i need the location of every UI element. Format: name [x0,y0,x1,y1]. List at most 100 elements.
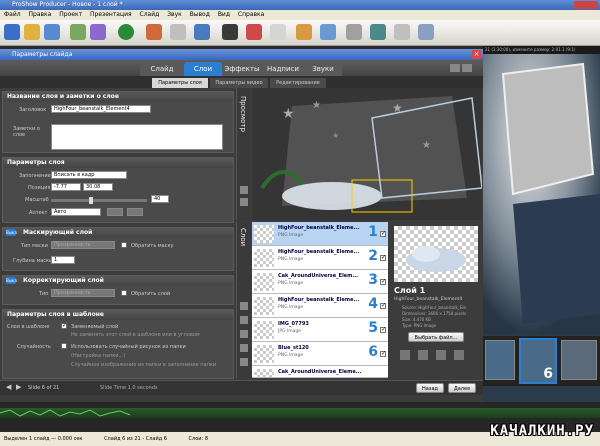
prev-slide-icon[interactable]: ◀ [6,383,11,391]
slide-icon[interactable] [146,24,162,40]
web-icon[interactable] [370,24,386,40]
next-button[interactable]: Далее [448,383,476,393]
menu-help[interactable]: Справка [238,11,264,18]
edit-icon[interactable] [400,350,410,360]
slide-number: 6 [543,366,553,382]
effects-icon[interactable] [90,24,106,40]
menu-edit[interactable]: Правка [29,11,52,18]
choose-file-button[interactable]: Выбрать файл... [408,332,464,342]
position-y-input[interactable]: 30.08 [83,183,113,191]
aspect-w-input[interactable] [107,208,123,216]
layer-visible-checkbox[interactable] [380,254,386,261]
layers-icon[interactable] [170,24,186,40]
layer-visible-checkbox[interactable] [380,326,386,333]
subtab-editing[interactable]: Редактирование [270,78,326,88]
mask-depth-input[interactable]: 1 [51,256,75,264]
move-down-icon[interactable] [240,330,248,338]
save-icon[interactable] [44,24,60,40]
menu-file[interactable]: Файл [4,11,21,18]
layer-visible-checkbox[interactable] [380,302,386,309]
layer-row[interactable]: IMG_07793 JPG Image 5 [252,318,388,342]
edit-icon[interactable] [240,344,248,352]
preview-side-label[interactable]: Просмотр [239,96,247,132]
menu-show[interactable]: Презентация [90,11,132,18]
dvd-icon[interactable] [270,24,286,40]
position-x-input[interactable]: -7.77 [51,183,81,191]
text-icon[interactable] [296,24,312,40]
menu-output[interactable]: Вывод [190,11,210,18]
move-up-icon[interactable] [240,316,248,324]
nav-icon[interactable] [450,64,460,72]
aspect-h-input[interactable] [127,208,143,216]
play-icon[interactable] [240,186,248,194]
subtab-video-settings[interactable]: Параметры видео [210,78,268,88]
delete-icon[interactable] [240,358,248,366]
next-slide-icon[interactable]: ▶ [16,383,21,391]
audio-icon[interactable] [222,24,238,40]
add-layer-icon[interactable] [240,302,248,310]
menu-view[interactable]: Вид [218,11,230,18]
tab-layers[interactable]: Слои [184,62,222,76]
play-icon[interactable] [118,24,134,40]
layer-info-panel: Слой 1 HighFour_beanstalk_Element4 Sourc… [390,222,482,378]
notes-textarea[interactable] [51,124,223,150]
slide-thumb[interactable] [561,340,597,380]
nav-icon[interactable] [462,64,472,72]
layer-visible-checkbox[interactable] [380,230,386,237]
folder-hint[interactable]: (Настройка папки...) [71,353,125,359]
aspect-select[interactable]: Авто [51,208,101,216]
options-icon[interactable] [346,24,362,40]
tab-sounds[interactable]: Звуки [304,62,342,76]
zoom-input[interactable]: 40 [151,195,169,203]
copy-icon[interactable] [454,350,464,360]
captions-icon[interactable] [320,24,336,40]
crop-icon[interactable] [418,350,428,360]
close-icon[interactable]: × [472,50,481,59]
fill-select[interactable]: Вписать в кадр [51,171,127,179]
layer-row[interactable]: HighFour_beanstalk_Eleme... PNG Image 2 [252,246,388,270]
rotate-icon[interactable] [436,350,446,360]
mask-type-select[interactable]: Прозрачность [51,241,115,249]
tab-captions[interactable]: Надписи [262,62,304,76]
zoom-slider-handle[interactable] [89,197,93,204]
import-icon[interactable] [70,24,86,40]
open-icon[interactable] [24,24,40,40]
invert-correction-checkbox[interactable] [121,290,127,296]
slide-thumb[interactable] [485,340,515,380]
random-checkbox[interactable] [61,343,67,349]
motion-icon[interactable] [194,24,210,40]
settings-icon[interactable] [240,198,248,206]
template-section: Параметры слоя в шаблоне Слои в шаблоне … [2,309,234,379]
correction-section: Корректирующий слой Выкл Тип Прозрачност… [2,275,234,305]
exe-icon[interactable] [394,24,410,40]
video-icon[interactable] [418,24,434,40]
publish-icon[interactable] [246,24,262,40]
zoom-slider[interactable] [51,197,147,204]
slide-thumb-selected[interactable]: 6 [519,338,557,384]
layer-row[interactable]: Cak_AroundUniverse_Eleme... [252,366,388,378]
window-controls[interactable] [574,1,598,9]
layer-row[interactable]: Blue_st120 PNG Image 6 [252,342,388,366]
subtab-layer-settings[interactable]: Параметры слоя [152,78,208,88]
tab-slide[interactable]: Слайд [140,62,184,76]
layers-side-label[interactable]: Слои [239,228,247,246]
menu-audio[interactable]: Звук [167,11,182,18]
new-icon[interactable] [4,24,20,40]
layer-row[interactable]: HighFour_beanstalk_Eleme... PNG Image 1 [252,222,388,246]
layer-visible-checkbox[interactable] [380,278,386,285]
layer-visible-checkbox[interactable] [380,350,386,357]
correction-toggle[interactable]: Выкл [6,277,17,284]
audio-track[interactable] [0,408,600,418]
layer-row[interactable]: Cak_AroundUniverse_Elem... PNG Image 3 [252,270,388,294]
prev-button[interactable]: Назад [416,383,444,393]
correction-type-select[interactable]: Прозрачность [51,289,115,297]
slide-preview[interactable]: ★ ★ ★ ★ ★ [252,88,482,220]
layer-row[interactable]: HighFour_beanstalk_Eleme... PNG Image 4 [252,294,388,318]
invert-mask-checkbox[interactable] [121,242,127,248]
mask-toggle[interactable]: Выкл [6,229,17,236]
replace-layer-checkbox[interactable] [61,322,67,329]
tab-effects[interactable]: Эффекты [222,62,262,76]
caption-input[interactable]: HighFour_beanstalk_Element4 [51,105,151,113]
menu-project[interactable]: Проект [59,11,82,18]
menu-slide[interactable]: Слайд [140,11,160,18]
